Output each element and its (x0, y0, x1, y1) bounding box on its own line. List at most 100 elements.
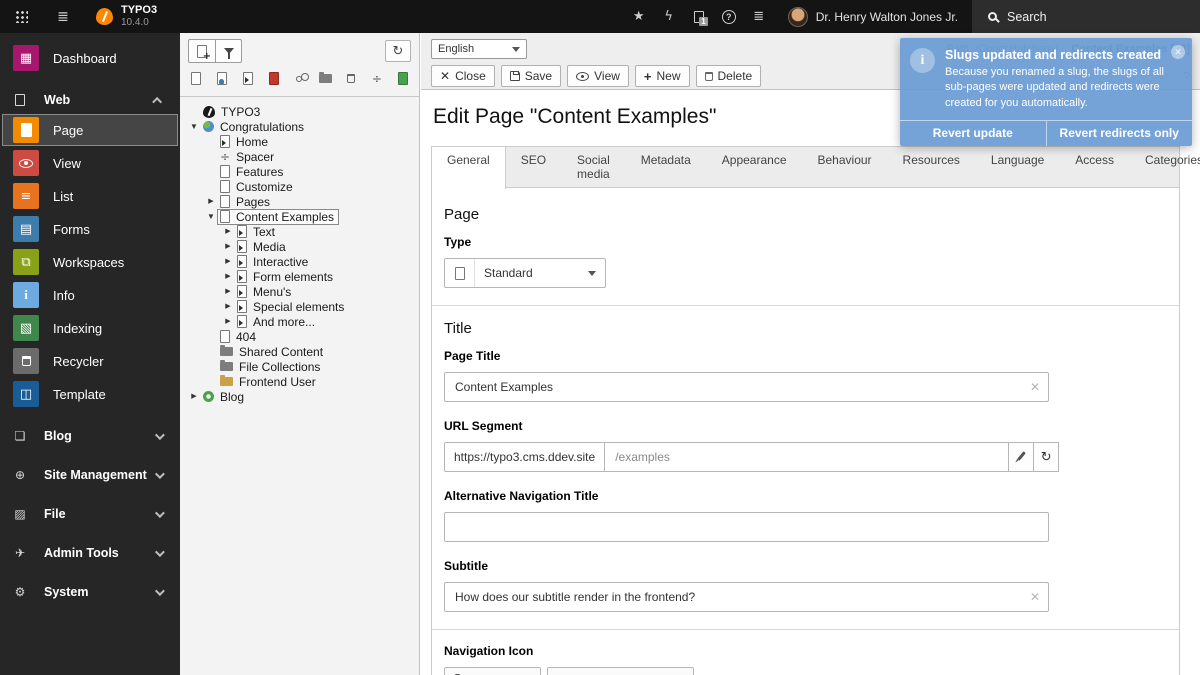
recalculate-slug-button[interactable]: ↻ (1034, 442, 1060, 472)
tree-node[interactable]: ▶ Interactive (188, 254, 415, 269)
tree-node[interactable]: ▶ Menu's (188, 284, 415, 299)
tree-node[interactable]: ▶ Media (188, 239, 415, 254)
tab-categories[interactable]: Categories (1130, 147, 1200, 188)
new-folder-icon[interactable] (318, 71, 332, 86)
refresh-tree-button[interactable]: ↻ (385, 40, 411, 62)
alt-nav-title-field[interactable] (444, 512, 1049, 542)
sidebar-section-file[interactable]: ▨ File (0, 501, 180, 527)
new-link-page-icon[interactable] (293, 71, 310, 86)
sidebar-item-template[interactable]: ◫ Template (2, 378, 178, 410)
new-trash-icon[interactable] (345, 71, 358, 86)
tree-node[interactable]: ▶ Pages (188, 194, 415, 209)
add-image-button[interactable]: Add image (444, 667, 542, 675)
tab-appearance[interactable]: Appearance (707, 147, 803, 188)
url-segment-field[interactable]: /examples (605, 442, 1010, 472)
select-upload-files-button[interactable]: ↥ Select & upload files (547, 667, 695, 675)
new-spacer-icon[interactable]: ÷ (371, 71, 384, 86)
new-button[interactable]: + New (634, 65, 690, 87)
tree-expander-icon[interactable]: ▶ (222, 299, 234, 314)
edit-slug-button[interactable] (1009, 442, 1035, 472)
tree-node[interactable]: File Collections (188, 359, 415, 374)
tab-behaviour[interactable]: Behaviour (803, 147, 888, 188)
page-title-field[interactable]: Content Examples ✕ (444, 372, 1049, 402)
opendocs-icon-button[interactable]: 1 (684, 0, 714, 33)
delete-button[interactable]: Delete (695, 65, 762, 87)
tree-node[interactable]: ▼ Content Examples (188, 208, 415, 225)
tree-node[interactable]: ▶ Text (188, 224, 415, 239)
notification-close-icon[interactable]: ✕ (1171, 45, 1185, 59)
tree-node[interactable]: TYPO3 (188, 104, 415, 119)
tree-expander-icon[interactable]: ▶ (222, 254, 234, 269)
tree-node[interactable]: ▶ Blog (188, 389, 415, 404)
tab-language[interactable]: Language (976, 147, 1060, 188)
page-type-select[interactable]: Standard (444, 258, 606, 288)
notification-action-revert-update[interactable]: Revert update (900, 121, 1046, 146)
subtitle-field[interactable]: How does our subtitle render in the fron… (444, 582, 1049, 612)
chevron-down-icon (154, 546, 165, 557)
sidebar-item-view[interactable]: View (2, 147, 178, 179)
tree-node[interactable]: Frontend User (188, 374, 415, 389)
tree-node[interactable]: 404 (188, 329, 415, 344)
help-icon-button[interactable]: ? (714, 0, 744, 33)
language-select[interactable]: English (431, 39, 527, 59)
user-menu[interactable]: Dr. Henry Walton Jones Jr. (774, 0, 972, 33)
tree-expander-icon[interactable]: ▼ (188, 119, 200, 134)
tab-resources[interactable]: Resources (888, 147, 976, 188)
filter-button[interactable] (215, 40, 241, 62)
new-backend-user-section-icon[interactable] (216, 71, 229, 86)
tree-node[interactable]: Customize (188, 179, 415, 194)
sidebar-item-indexing[interactable]: ▧ Indexing (2, 312, 178, 344)
tab-metadata[interactable]: Metadata (626, 147, 707, 188)
tree-node[interactable]: Home (188, 134, 415, 149)
notification-action-revert-redirects-only[interactable]: Revert redirects only (1045, 121, 1193, 147)
tree-node[interactable]: Shared Content (188, 344, 415, 359)
tab-social-media[interactable]: Social media (562, 147, 626, 188)
view-button[interactable]: View (567, 65, 629, 87)
tree-expander-icon[interactable]: ▶ (222, 284, 234, 299)
clear-icon[interactable]: ✕ (1030, 380, 1040, 394)
article-icon-button[interactable]: ≣ (744, 0, 774, 33)
new-standard-page-icon[interactable] (190, 71, 203, 86)
clear-icon[interactable]: ✕ (1030, 590, 1040, 604)
tree-expander-icon[interactable]: ▶ (222, 239, 234, 254)
sidebar-item-dashboard[interactable]: ▦ Dashboard (2, 42, 178, 74)
save-button[interactable]: Save (500, 65, 562, 87)
sidebar-section-blog[interactable]: ❏ Blog (0, 423, 180, 449)
sidebar-section-system[interactable]: ⚙ System (0, 579, 180, 605)
tree-node[interactable]: ▶ And more... (188, 314, 415, 329)
tree-node[interactable]: ▶ Special elements (188, 299, 415, 314)
pagetree-toggle-button[interactable]: ≣ (42, 0, 84, 33)
flash-icon-button[interactable]: ϟ (654, 0, 684, 33)
tree-expander-icon[interactable]: ▶ (222, 314, 234, 329)
sidebar-item-info[interactable]: i Info (2, 279, 178, 311)
tree-node[interactable]: ▼ Congratulations (188, 119, 415, 134)
sidebar-section-site-management[interactable]: ⊕ Site Management (0, 462, 180, 488)
sidebar-item-page[interactable]: Page (2, 114, 178, 146)
tree-expander-icon[interactable]: ▶ (222, 224, 234, 239)
new-shortcut-page-icon[interactable] (242, 71, 255, 86)
brand[interactable]: TYPO3 10.4.0 (84, 0, 194, 33)
new-recycler-icon[interactable] (396, 71, 409, 86)
tree-node[interactable]: Features (188, 164, 415, 179)
sidebar-section-admin-tools[interactable]: ✈ Admin Tools (0, 540, 180, 566)
new-mountpoint-page-icon[interactable] (267, 71, 280, 86)
sidebar-item-list[interactable]: ≡ List (2, 180, 178, 212)
modules-grid-button[interactable] (0, 0, 42, 33)
sidebar-item-recycler[interactable]: Recycler (2, 345, 178, 377)
tree-expander-icon[interactable]: ▶ (222, 269, 234, 284)
tab-general[interactable]: General (432, 147, 506, 189)
tree-expander-icon[interactable]: ▶ (188, 389, 200, 404)
new-page-button[interactable]: + (189, 40, 215, 62)
sidebar-section-web[interactable]: Web (0, 87, 180, 113)
sidebar-item-workspaces[interactable]: ⧉ Workspaces (2, 246, 178, 278)
tree-node[interactable]: ▶ Form elements (188, 269, 415, 284)
tree-node[interactable]: ÷ Spacer (188, 149, 415, 164)
close-button[interactable]: ✕ Close (431, 65, 495, 87)
search-input[interactable]: Search (972, 0, 1200, 33)
tree-expander-icon[interactable]: ▼ (205, 209, 217, 224)
tab-access[interactable]: Access (1060, 147, 1130, 188)
bookmark-icon-button[interactable]: ★ (624, 0, 654, 33)
sidebar-item-forms[interactable]: ▤ Forms (2, 213, 178, 245)
tree-expander-icon[interactable]: ▶ (205, 194, 217, 209)
tab-seo[interactable]: SEO (506, 147, 562, 188)
